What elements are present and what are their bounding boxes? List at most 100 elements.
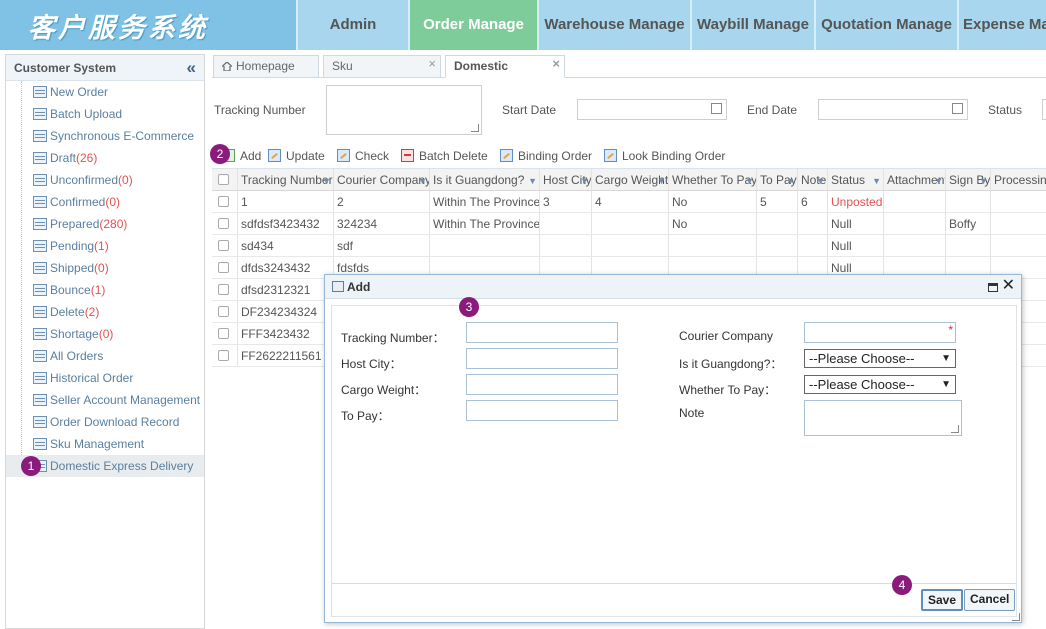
column-header[interactable]: Note ▼ xyxy=(798,169,828,191)
update-button[interactable]: Update xyxy=(268,147,325,165)
note-textarea[interactable] xyxy=(804,400,962,436)
cancel-button[interactable]: Cancel xyxy=(964,589,1016,611)
column-header-label: Courier Company xyxy=(337,173,430,187)
sort-arrow-icon[interactable]: ▼ xyxy=(322,170,331,190)
sidebar-item[interactable]: Delete(2) xyxy=(6,301,204,323)
sidebar-item[interactable]: Seller Account Management xyxy=(6,389,204,411)
calendar-icon[interactable] xyxy=(711,103,722,114)
row-checkbox[interactable] xyxy=(218,262,229,273)
cargo-weight-field[interactable] xyxy=(466,374,618,395)
sidebar-item-label: All Orders xyxy=(50,349,104,363)
nav-expense-manage[interactable]: Expense Ma xyxy=(957,0,1046,50)
column-header[interactable]: Courier Company ▼ xyxy=(334,169,430,191)
calendar-icon[interactable] xyxy=(952,103,963,114)
resize-grip-icon[interactable] xyxy=(1012,613,1020,621)
sidebar-item[interactable]: New Order xyxy=(6,81,204,103)
tab-sku[interactable]: Sku × xyxy=(323,55,441,78)
row-checkbox[interactable] xyxy=(218,218,229,229)
sort-arrow-icon[interactable]: ▼ xyxy=(580,170,589,190)
status-select[interactable] xyxy=(1042,99,1046,120)
sort-arrow-icon[interactable]: ▼ xyxy=(745,170,754,190)
table-cell xyxy=(592,235,669,257)
check-button[interactable]: Check xyxy=(337,147,389,165)
start-date-input[interactable] xyxy=(577,99,727,120)
row-checkbox[interactable] xyxy=(218,240,229,251)
document-icon xyxy=(33,306,47,318)
sidebar-item[interactable]: Synchronous E-Commerce xyxy=(6,125,204,147)
column-header[interactable]: Is it Guangdong? ▼ xyxy=(430,169,540,191)
column-header[interactable]: Status ▼ xyxy=(828,169,884,191)
sidebar-item[interactable]: Bounce(1) xyxy=(6,279,204,301)
sidebar-item[interactable]: All Orders xyxy=(6,345,204,367)
column-header[interactable]: Host City ▼ xyxy=(540,169,592,191)
tracking-number-field-label: Tracking Number： xyxy=(341,331,445,345)
end-date-input[interactable] xyxy=(818,99,968,120)
table-cell: FF2622211561 xyxy=(238,345,334,367)
sidebar-item-label: Domestic Express Delivery xyxy=(50,459,194,473)
nav-order-manage[interactable]: Order Manage xyxy=(408,0,537,50)
table-cell: 6 xyxy=(798,191,828,213)
table-row[interactable]: 1 2 Within The Province 3 4 No 5 6 Unposted xyxy=(212,191,1046,213)
table-header-row[interactable]: Tracking Number ▼ Courier Company ▼ Is it Gu… xyxy=(212,169,1046,191)
delete-icon xyxy=(401,149,414,162)
sort-arrow-icon[interactable]: ▼ xyxy=(979,170,988,190)
sidebar-item[interactable]: Batch Upload xyxy=(6,103,204,125)
sidebar-item[interactable]: Pending(1) xyxy=(6,235,204,257)
row-checkbox[interactable] xyxy=(218,328,229,339)
to-pay-field[interactable] xyxy=(466,400,618,421)
row-checkbox[interactable] xyxy=(218,284,229,295)
sort-arrow-icon[interactable]: ▼ xyxy=(528,170,537,190)
tab-domestic[interactable]: Domestic × xyxy=(445,55,565,78)
sort-arrow-icon[interactable]: ▼ xyxy=(872,170,881,190)
binding-order-button[interactable]: Binding Order xyxy=(500,147,592,165)
close-icon[interactable]: × xyxy=(428,53,436,74)
column-header[interactable]: Attachment ▼ xyxy=(884,169,946,191)
batch-delete-button[interactable]: Batch Delete xyxy=(401,147,488,165)
table-cell: 1 xyxy=(238,191,334,213)
sidebar-item[interactable]: Unconfirmed(0) xyxy=(6,169,204,191)
sort-arrow-icon[interactable]: ▼ xyxy=(934,170,943,190)
row-checkbox[interactable] xyxy=(218,350,229,361)
sidebar-item[interactable]: Shortage(0) xyxy=(6,323,204,345)
look-binding-order-button[interactable]: Look Binding Order xyxy=(604,147,725,165)
sidebar-item[interactable]: Historical Order xyxy=(6,367,204,389)
whether-to-pay-select[interactable]: --Please Choose-- ▼ xyxy=(804,375,956,394)
row-checkbox[interactable] xyxy=(218,196,229,207)
tracking-number-field[interactable] xyxy=(466,322,618,343)
tab-homepage[interactable]: Homepage xyxy=(213,55,319,78)
tracking-number-input[interactable] xyxy=(326,85,482,135)
row-checkbox[interactable] xyxy=(218,306,229,317)
nav-waybill-manage[interactable]: Waybill Manage xyxy=(690,0,814,50)
sort-arrow-icon[interactable]: ▼ xyxy=(816,170,825,190)
is-guangdong-select[interactable]: --Please Choose-- ▼ xyxy=(804,349,956,368)
save-button[interactable]: Save xyxy=(921,589,964,611)
column-header[interactable]: To Pay ▼ xyxy=(757,169,798,191)
sidebar-item[interactable]: Shipped(0) xyxy=(6,257,204,279)
column-header[interactable]: Whether To Pay ▼ xyxy=(669,169,757,191)
sidebar-item[interactable]: Draft(26) xyxy=(6,147,204,169)
nav-warehouse-manage[interactable]: Warehouse Manage xyxy=(537,0,690,50)
courier-company-field[interactable]: * xyxy=(804,322,956,343)
sidebar-item[interactable]: Sku Management xyxy=(6,433,204,455)
nav-quotation-manage[interactable]: Quotation Manage xyxy=(814,0,957,50)
column-header[interactable]: Tracking Number ▼ xyxy=(238,169,334,191)
column-header[interactable]: Cargo Weight ▼ xyxy=(592,169,669,191)
nav-admin[interactable]: Admin xyxy=(296,0,408,50)
sidebar-item[interactable]: Prepared(280) xyxy=(6,213,204,235)
sort-arrow-icon[interactable]: ▼ xyxy=(657,170,666,190)
collapse-icon[interactable]: « xyxy=(187,55,196,81)
table-row[interactable]: sdfdsf3423432 324234 Within The Province No… xyxy=(212,213,1046,235)
close-icon[interactable]: × xyxy=(552,53,560,74)
sidebar-item[interactable]: Confirmed(0) xyxy=(6,191,204,213)
select-all-checkbox[interactable] xyxy=(218,174,229,185)
column-header[interactable]: Sign By ▼ xyxy=(946,169,991,191)
sort-arrow-icon[interactable]: ▼ xyxy=(418,170,427,190)
close-icon[interactable]: ✕ xyxy=(1002,274,1015,298)
column-header[interactable]: Processing xyxy=(991,169,1046,191)
sort-arrow-icon[interactable]: ▼ xyxy=(786,170,795,190)
host-city-field[interactable] xyxy=(466,348,618,369)
sidebar-item[interactable]: Order Download Record xyxy=(6,411,204,433)
table-row[interactable]: sd434 sdf Null xyxy=(212,235,1046,257)
maximize-icon[interactable] xyxy=(988,283,998,292)
document-icon xyxy=(33,438,47,450)
